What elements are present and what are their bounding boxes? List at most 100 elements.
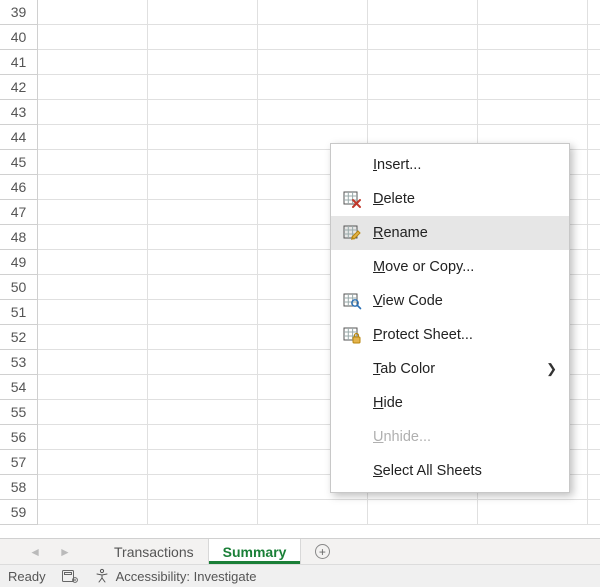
cell[interactable]: [588, 225, 600, 250]
menu-item-viewcode[interactable]: View Code: [331, 284, 569, 318]
row-header[interactable]: 45: [0, 150, 38, 175]
cell[interactable]: [588, 75, 600, 100]
cell[interactable]: [148, 425, 258, 450]
cell[interactable]: [148, 300, 258, 325]
cell[interactable]: [588, 400, 600, 425]
cell[interactable]: [148, 200, 258, 225]
row-header[interactable]: 56: [0, 425, 38, 450]
cell[interactable]: [588, 125, 600, 150]
menu-item-tabcolor[interactable]: Tab Color❯: [331, 352, 569, 386]
cell[interactable]: [38, 325, 148, 350]
cell[interactable]: [38, 225, 148, 250]
cell[interactable]: [588, 450, 600, 475]
cell[interactable]: [588, 100, 600, 125]
row-header[interactable]: 49: [0, 250, 38, 275]
menu-item-hide[interactable]: Hide: [331, 386, 569, 420]
cell[interactable]: [148, 0, 258, 25]
cell[interactable]: [588, 250, 600, 275]
menu-item-delete[interactable]: Delete: [331, 182, 569, 216]
cell[interactable]: [588, 375, 600, 400]
cell[interactable]: [588, 300, 600, 325]
cell[interactable]: [38, 125, 148, 150]
cell[interactable]: [148, 350, 258, 375]
cell[interactable]: [478, 0, 588, 25]
cell[interactable]: [588, 50, 600, 75]
cell[interactable]: [368, 50, 478, 75]
cell[interactable]: [38, 100, 148, 125]
cell[interactable]: [368, 75, 478, 100]
cell[interactable]: [258, 100, 368, 125]
cell[interactable]: [38, 500, 148, 525]
cell[interactable]: [148, 125, 258, 150]
row-header[interactable]: 54: [0, 375, 38, 400]
new-sheet-button[interactable]: +: [307, 539, 337, 564]
cell[interactable]: [38, 25, 148, 50]
row-header[interactable]: 41: [0, 50, 38, 75]
cell[interactable]: [148, 50, 258, 75]
cell[interactable]: [38, 150, 148, 175]
row-header[interactable]: 51: [0, 300, 38, 325]
row-header[interactable]: 43: [0, 100, 38, 125]
cell[interactable]: [258, 0, 368, 25]
cell[interactable]: [258, 50, 368, 75]
cell[interactable]: [148, 175, 258, 200]
cell[interactable]: [38, 75, 148, 100]
cell[interactable]: [38, 300, 148, 325]
cell[interactable]: [148, 275, 258, 300]
cell[interactable]: [478, 25, 588, 50]
menu-item-insert[interactable]: Insert...: [331, 148, 569, 182]
cell[interactable]: [588, 150, 600, 175]
cell[interactable]: [148, 400, 258, 425]
cell[interactable]: [148, 150, 258, 175]
cell[interactable]: [588, 175, 600, 200]
cell[interactable]: [148, 225, 258, 250]
cell[interactable]: [38, 400, 148, 425]
cell[interactable]: [148, 375, 258, 400]
cell[interactable]: [368, 500, 478, 525]
row-header[interactable]: 53: [0, 350, 38, 375]
cell[interactable]: [38, 475, 148, 500]
cell[interactable]: [368, 0, 478, 25]
cell[interactable]: [478, 500, 588, 525]
cell[interactable]: [38, 450, 148, 475]
accessibility-button[interactable]: Accessibility: Investigate: [94, 568, 257, 584]
cell[interactable]: [588, 425, 600, 450]
cell[interactable]: [38, 200, 148, 225]
row-header[interactable]: 59: [0, 500, 38, 525]
menu-item-protect[interactable]: Protect Sheet...: [331, 318, 569, 352]
cell[interactable]: [148, 75, 258, 100]
cell[interactable]: [478, 100, 588, 125]
cell[interactable]: [148, 100, 258, 125]
cell[interactable]: [38, 425, 148, 450]
cell[interactable]: [368, 100, 478, 125]
macro-record-button[interactable]: [62, 569, 78, 583]
sheet-tab-transactions[interactable]: Transactions: [100, 539, 209, 564]
next-sheet-button[interactable]: ►: [59, 545, 71, 559]
row-header[interactable]: 40: [0, 25, 38, 50]
cell[interactable]: [588, 200, 600, 225]
cell[interactable]: [588, 350, 600, 375]
cell[interactable]: [148, 25, 258, 50]
cell[interactable]: [38, 275, 148, 300]
cell[interactable]: [148, 450, 258, 475]
row-header[interactable]: 39: [0, 0, 38, 25]
cell[interactable]: [148, 500, 258, 525]
cell[interactable]: [38, 250, 148, 275]
prev-sheet-button[interactable]: ◄: [29, 545, 41, 559]
cell[interactable]: [38, 350, 148, 375]
cell[interactable]: [258, 75, 368, 100]
cell[interactable]: [588, 500, 600, 525]
menu-item-selectall[interactable]: Select All Sheets: [331, 454, 569, 488]
cell[interactable]: [368, 25, 478, 50]
cell[interactable]: [38, 0, 148, 25]
cell[interactable]: [258, 500, 368, 525]
cell[interactable]: [588, 275, 600, 300]
row-header[interactable]: 46: [0, 175, 38, 200]
cell[interactable]: [478, 50, 588, 75]
row-header[interactable]: 52: [0, 325, 38, 350]
cell[interactable]: [258, 25, 368, 50]
cell[interactable]: [588, 25, 600, 50]
cell[interactable]: [588, 325, 600, 350]
row-header[interactable]: 50: [0, 275, 38, 300]
cell[interactable]: [478, 75, 588, 100]
